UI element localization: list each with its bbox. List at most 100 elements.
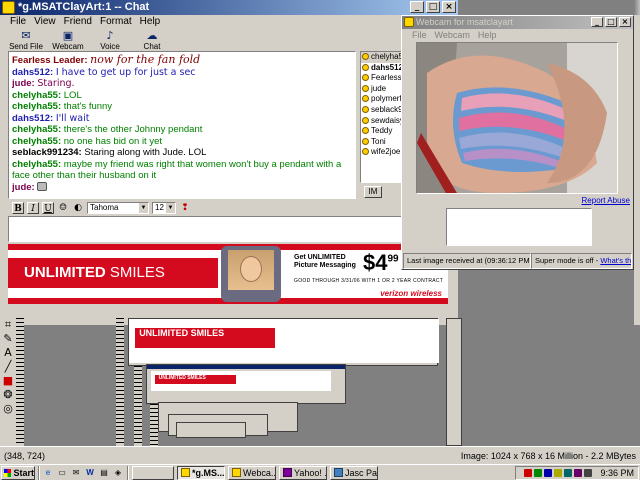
task-jasc-label: Jasc Pa... bbox=[345, 467, 378, 478]
user-list-item[interactable]: polymerfa bbox=[361, 94, 401, 105]
chat-title-bar[interactable]: *g.MSATClayArt:1 -- Chat _ □ × bbox=[0, 0, 458, 15]
menu-file[interactable]: File bbox=[10, 15, 26, 29]
user-name: Toni bbox=[371, 136, 386, 146]
chevron-down-icon: ▼ bbox=[166, 203, 175, 213]
webcam-window-icon bbox=[404, 17, 414, 27]
user-list-item[interactable]: Teddy bbox=[361, 126, 401, 137]
super-mode-text: Super mode is off - bbox=[535, 256, 599, 265]
chat-message-author: dahs512: bbox=[12, 112, 54, 124]
user-name: polymerfa bbox=[371, 94, 401, 104]
chat-message-text: that's funny bbox=[63, 101, 113, 112]
font-select[interactable]: Tahoma ▼ bbox=[87, 202, 149, 214]
desktop-icon[interactable]: ▭ bbox=[56, 467, 68, 479]
nested-ad-headline: UNLIMITED SMILES bbox=[154, 375, 236, 384]
task-webcam[interactable]: Webca... bbox=[228, 465, 276, 480]
chat-scrollbar[interactable] bbox=[356, 51, 359, 199]
nested-window: UNLIMITED SMILES bbox=[128, 318, 439, 366]
maximize-button[interactable]: □ bbox=[426, 1, 440, 13]
webcam-icon: ▣ bbox=[62, 29, 74, 42]
app-status-bar: (348, 724) Image: 1024 x 768 x 16 Millio… bbox=[0, 446, 640, 464]
background-app-title-bar[interactable] bbox=[634, 0, 640, 15]
line-tool-icon[interactable]: ╱ bbox=[0, 360, 16, 374]
user-list-item[interactable]: dahs512 bbox=[361, 63, 401, 74]
chat-window: *g.MSATClayArt:1 -- Chat _ □ × File View… bbox=[0, 0, 458, 325]
webcam-menu-help[interactable]: Help bbox=[478, 29, 497, 42]
webcam-menu-webcam[interactable]: Webcam bbox=[435, 29, 470, 42]
menu-format[interactable]: Format bbox=[100, 15, 132, 29]
task-chat[interactable]: *g.MS... bbox=[177, 465, 225, 480]
italic-button[interactable]: I bbox=[27, 202, 39, 214]
bold-button[interactable]: B bbox=[12, 202, 24, 214]
webcam-menu-file[interactable]: File bbox=[412, 29, 427, 42]
shape-tool-icon[interactable]: ■ bbox=[0, 374, 16, 388]
text-color-icon[interactable]: ◐ bbox=[72, 202, 84, 214]
im-button[interactable]: IM bbox=[364, 186, 382, 198]
tray-icon[interactable] bbox=[564, 469, 573, 477]
nested-screenshot-area: UNLIMITED SMILES UNLIMITED SMILES bbox=[16, 318, 476, 446]
clock[interactable]: 9:36 PM bbox=[600, 468, 634, 478]
minimize-button[interactable]: _ bbox=[410, 1, 424, 13]
taskbar-separator bbox=[127, 465, 129, 480]
ad-copy-line1: Get UNLIMITED bbox=[294, 254, 346, 261]
menu-view[interactable]: View bbox=[34, 15, 56, 29]
clone-tool-icon[interactable]: ◎ bbox=[0, 402, 16, 416]
user-list[interactable]: chelyha55dahs512Fearless Ljudepolymerfas… bbox=[360, 51, 402, 183]
ad-copy: Get UNLIMITED Picture Messaging bbox=[294, 254, 356, 270]
pen-tool-icon[interactable]: ✎ bbox=[0, 332, 16, 346]
user-list-item[interactable]: wife2joe1 bbox=[361, 147, 401, 158]
ie-icon[interactable]: e bbox=[42, 467, 54, 479]
whats-this-link[interactable]: What's this? bbox=[600, 256, 631, 265]
font-size-select[interactable]: 12 ▼ bbox=[152, 202, 176, 214]
message-input[interactable] bbox=[8, 216, 448, 242]
chat-button[interactable]: ☁ Chat bbox=[134, 29, 170, 51]
task-empty[interactable] bbox=[132, 465, 174, 480]
user-status-icon bbox=[362, 84, 369, 92]
outlook-icon[interactable]: ✉ bbox=[70, 467, 82, 479]
webcam-title-bar[interactable]: Webcam for msatclayart _ □ × bbox=[402, 16, 633, 29]
airbrush-tool-icon[interactable]: ❂ bbox=[0, 388, 16, 402]
crop-tool-icon[interactable]: ⌗ bbox=[0, 318, 16, 332]
webcam-button[interactable]: ▣ Webcam bbox=[50, 29, 86, 51]
media-icon[interactable]: ▤ bbox=[98, 467, 110, 479]
voice-button[interactable]: ♪ Voice bbox=[92, 29, 128, 51]
tray-icon[interactable] bbox=[544, 469, 553, 477]
close-button[interactable]: × bbox=[442, 1, 456, 13]
user-list-item[interactable]: sewdaisy bbox=[361, 116, 401, 127]
chat-message: dahs512: I have to get up for just a sec bbox=[12, 67, 352, 79]
task-chat-label: *g.MS... bbox=[192, 467, 225, 478]
user-status-icon bbox=[362, 95, 369, 103]
tray-icon[interactable] bbox=[574, 469, 583, 477]
underline-button[interactable]: U bbox=[42, 202, 54, 214]
user-list-item[interactable]: chelyha55 bbox=[361, 52, 401, 63]
webcam-minimize-button[interactable]: _ bbox=[591, 17, 603, 27]
tray-icon[interactable] bbox=[554, 469, 563, 477]
user-list-item[interactable]: seblack9 bbox=[361, 105, 401, 116]
user-name: chelyha55 bbox=[371, 52, 401, 61]
ad-banner[interactable]: UNLIMITED SMILES Get UNLIMITED Picture M… bbox=[8, 244, 448, 304]
report-abuse-link[interactable]: Report Abuse bbox=[582, 196, 630, 205]
word-icon[interactable]: W bbox=[84, 467, 96, 479]
speaker-icon[interactable] bbox=[584, 469, 593, 477]
chat-log[interactable]: Fearless Leader: now for the fan fold dah… bbox=[8, 51, 356, 199]
user-list-item[interactable]: jude bbox=[361, 84, 401, 95]
taskbar-separator bbox=[38, 465, 40, 480]
menu-help[interactable]: Help bbox=[140, 15, 161, 29]
text-tool-icon[interactable]: A bbox=[0, 346, 16, 360]
task-yahoo[interactable]: Yahoo! ... bbox=[279, 465, 327, 480]
webcam-close-button[interactable]: × bbox=[619, 17, 631, 27]
start-button[interactable]: Start bbox=[1, 465, 35, 480]
alert-icon[interactable]: ❢ bbox=[179, 202, 191, 214]
tray-icon[interactable] bbox=[524, 469, 533, 477]
chat-message-text: LOL bbox=[63, 89, 82, 101]
paint-icon[interactable]: ◈ bbox=[112, 467, 124, 479]
system-tray: 9:36 PM bbox=[515, 466, 639, 480]
user-list-item[interactable]: Fearless L bbox=[361, 73, 401, 84]
task-jasc[interactable]: Jasc Pa... bbox=[330, 465, 378, 480]
webcam-maximize-button[interactable]: □ bbox=[605, 17, 617, 27]
emoticon-icon[interactable]: ☺ bbox=[57, 202, 69, 214]
menu-friend[interactable]: Friend bbox=[64, 15, 92, 29]
user-list-item[interactable]: Toni bbox=[361, 137, 401, 148]
tray-icon[interactable] bbox=[534, 469, 543, 477]
send-file-button[interactable]: ✉ Send File bbox=[8, 29, 44, 51]
webcam-icon bbox=[232, 468, 241, 477]
